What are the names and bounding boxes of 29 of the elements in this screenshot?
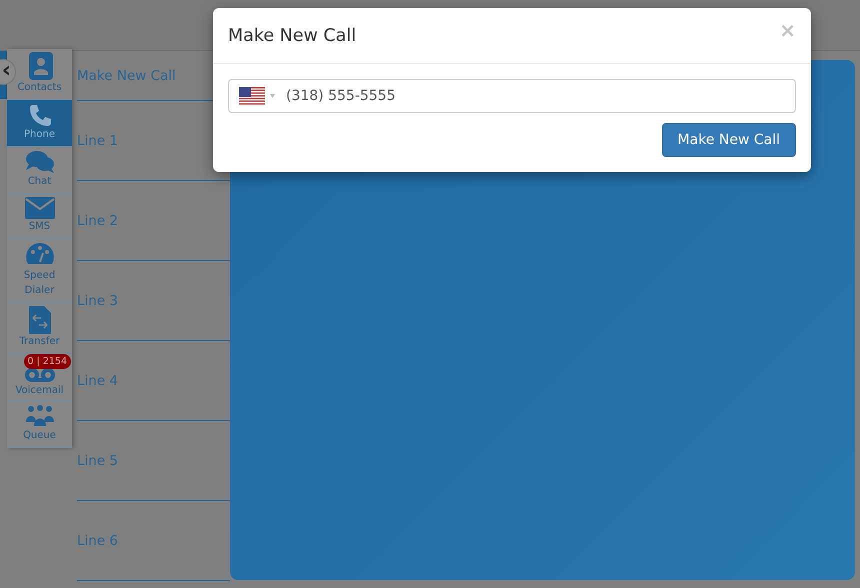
file-transfer-icon (28, 306, 50, 334)
count-badge: 0 | 2154 (24, 354, 71, 369)
sidebar-item[interactable]: Chat (7, 147, 72, 194)
flag-icon (239, 86, 265, 106)
address-book-icon (26, 52, 52, 80)
sidebar-item[interactable]: Transfer (7, 303, 72, 354)
envelope-icon (24, 197, 54, 219)
phone-field[interactable]: (318) 555-5555 (228, 79, 796, 113)
phone-icon (28, 103, 52, 127)
people-group-icon (24, 404, 54, 428)
sidebar-label: Chat (28, 175, 52, 189)
sidebar-label: Speed Dialer (22, 269, 56, 298)
sidebar-label: Phone (24, 128, 55, 142)
dialog-title: Make New Call (228, 26, 356, 46)
sidebar-item[interactable]: Phone (7, 100, 72, 147)
sidebar-item[interactable]: SMS (7, 194, 72, 239)
chat-bubbles-icon (24, 150, 54, 174)
sidebar-item[interactable]: Speed Dialer (7, 239, 72, 303)
sidebar-label: Queue (23, 429, 56, 443)
make-call-button[interactable]: Make New Call (662, 123, 796, 157)
voicemail-icon (24, 367, 54, 383)
caret-icon (270, 94, 275, 98)
sidebar-item[interactable]: Voicemail 0 | 2154 (7, 354, 72, 401)
sidebar-item[interactable]: Queue (7, 401, 72, 448)
sidebar-label: SMS (28, 220, 50, 234)
sidebar-label: Transfer (19, 335, 60, 349)
sidebar-label: Voicemail (15, 384, 64, 398)
close-button[interactable]: × (779, 18, 796, 42)
sidebar-label: Contacts (17, 81, 62, 95)
